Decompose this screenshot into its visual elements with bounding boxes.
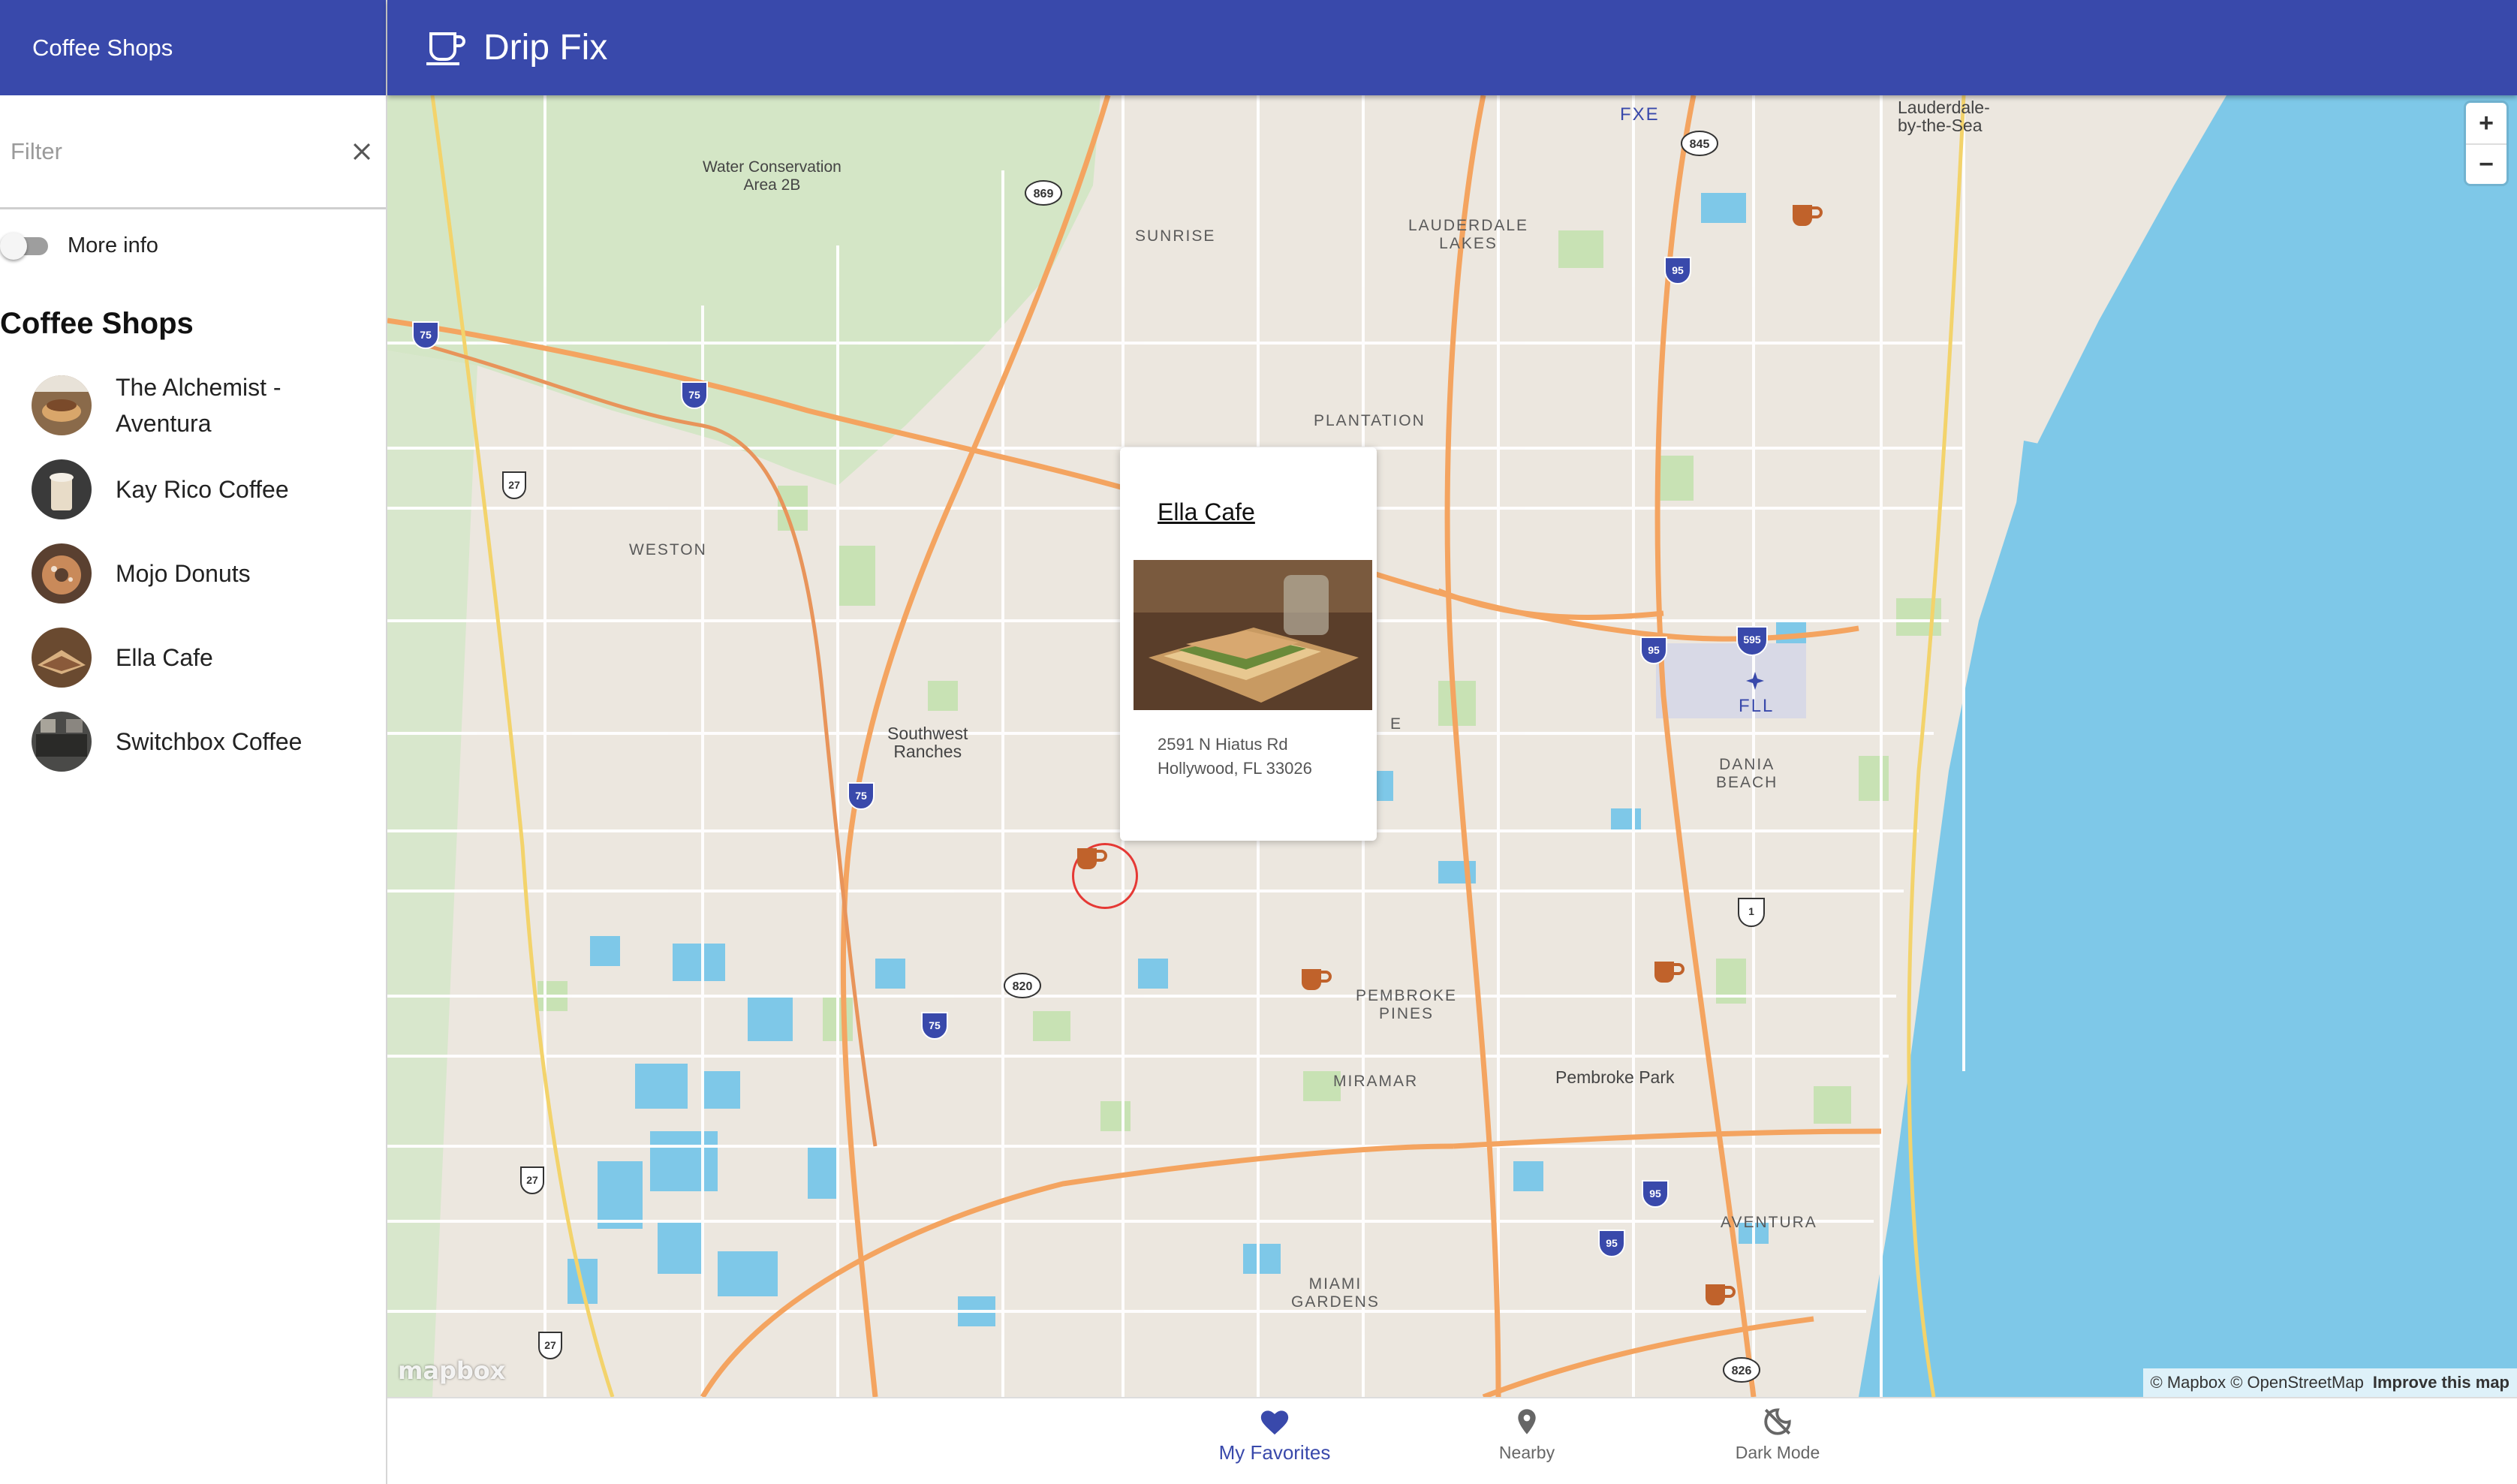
avatar bbox=[32, 712, 92, 772]
map-label: Southwest Ranches bbox=[887, 724, 968, 761]
shop-item-mojo[interactable]: Mojo Donuts bbox=[0, 531, 386, 616]
coffee-cup-icon bbox=[1793, 205, 1823, 226]
shop-item-kay-rico[interactable]: Kay Rico Coffee bbox=[0, 447, 386, 531]
map-label: Lauderdale-by-the-Sea bbox=[1898, 98, 1990, 135]
filter-input[interactable] bbox=[0, 128, 330, 174]
filter-row bbox=[0, 95, 386, 209]
attribution-text[interactable]: © Mapbox © OpenStreetMap bbox=[2151, 1373, 2364, 1392]
coffee-cup-icon bbox=[426, 32, 465, 65]
map-label: DANIA BEACH bbox=[1716, 756, 1778, 791]
list-title: Coffee Shops bbox=[0, 307, 194, 340]
avatar bbox=[32, 459, 92, 519]
popup-image bbox=[1134, 560, 1372, 710]
avatar bbox=[32, 543, 92, 604]
map-label: SUNRISE bbox=[1135, 227, 1216, 245]
shop-name: Mojo Donuts bbox=[116, 560, 251, 587]
nav-label: My Favorites bbox=[1218, 1441, 1331, 1464]
map-label: LAUDERDALE LAKES bbox=[1408, 217, 1529, 252]
zoom-control: + − bbox=[2466, 103, 2506, 184]
close-icon bbox=[353, 143, 371, 160]
nav-dark-mode[interactable]: Dark Mode bbox=[1703, 1406, 1853, 1463]
map[interactable]: Water Conservation Area 2B SUNRISE LAUDER… bbox=[387, 95, 2517, 1397]
clear-filter-button[interactable] bbox=[345, 135, 378, 168]
map-label: PEMBROKE PINES bbox=[1356, 987, 1458, 1022]
bottom-navigation: My Favorites Nearby Dark Mode bbox=[387, 1397, 2517, 1484]
coffee-cup-icon bbox=[1302, 969, 1332, 990]
coffee-cup-icon bbox=[1077, 848, 1107, 869]
avatar bbox=[32, 628, 92, 688]
map-label: MIRAMAR bbox=[1333, 1073, 1419, 1090]
shop-name: The Alchemist - Aventura bbox=[116, 374, 282, 437]
nav-my-favorites[interactable]: My Favorites bbox=[1200, 1406, 1350, 1464]
avatar bbox=[32, 375, 92, 435]
map-label: PLANTATION bbox=[1314, 412, 1426, 429]
improve-map-link[interactable]: Improve this map bbox=[2373, 1373, 2509, 1392]
nav-label: Dark Mode bbox=[1735, 1443, 1820, 1462]
zoom-out-button[interactable]: − bbox=[2466, 143, 2506, 184]
more-info-label: More info bbox=[68, 233, 158, 257]
map-attribution: © Mapbox © OpenStreetMap Improve this ma… bbox=[2142, 1368, 2517, 1397]
heart-icon bbox=[1260, 1410, 1289, 1435]
map-canvas bbox=[387, 95, 2517, 1397]
more-info-toggle[interactable] bbox=[0, 233, 50, 260]
shop-item-alchemist[interactable]: The Alchemist - Aventura bbox=[0, 363, 386, 447]
app-bar: Drip Fix bbox=[387, 0, 2517, 95]
shop-name: Ella Cafe bbox=[116, 644, 213, 671]
map-label: FXE bbox=[1620, 104, 1660, 125]
sidebar: Coffee Shops More info Coffee Shops The bbox=[0, 0, 387, 1484]
coffee-marker-selected[interactable] bbox=[1072, 843, 1138, 909]
shop-popup: Ella Cafe 2591 N Hiatus Rd Hollywood, FL… bbox=[1120, 447, 1377, 841]
map-label: MIAMI GARDENS bbox=[1291, 1275, 1380, 1311]
coffee-cup-icon bbox=[1654, 962, 1685, 983]
dark-mode-off-icon bbox=[1764, 1408, 1791, 1435]
nav-label: Nearby bbox=[1498, 1443, 1555, 1462]
mapbox-logo[interactable]: mapbox bbox=[398, 1356, 505, 1385]
zoom-in-button[interactable]: + bbox=[2466, 103, 2506, 143]
popup-title-link[interactable]: Ella Cafe bbox=[1158, 498, 1255, 526]
popup-address: 2591 N Hiatus Rd Hollywood, FL 33026 bbox=[1158, 735, 1312, 778]
nav-nearby[interactable]: Nearby bbox=[1452, 1406, 1602, 1463]
more-info-row: More info bbox=[0, 209, 386, 281]
sidebar-header: Coffee Shops bbox=[0, 0, 386, 95]
map-label: AVENTURA bbox=[1721, 1214, 1817, 1231]
sidebar-title: Coffee Shops bbox=[32, 34, 173, 61]
map-label: E bbox=[1390, 715, 1403, 733]
shop-item-ella[interactable]: Ella Cafe bbox=[0, 616, 386, 700]
app-title: Drip Fix bbox=[483, 28, 608, 68]
map-label: FLL bbox=[1739, 696, 1775, 716]
map-label: Pembroke Park bbox=[1555, 1067, 1675, 1087]
map-label: Water Conservation Area 2B bbox=[703, 158, 842, 194]
coffee-cup-icon bbox=[1706, 1284, 1736, 1305]
location-pin-icon bbox=[1518, 1409, 1536, 1434]
map-label: WESTON bbox=[629, 541, 707, 558]
shop-name: Kay Rico Coffee bbox=[116, 476, 289, 503]
shop-list: The Alchemist - Aventura Kay Rico Coffee… bbox=[0, 363, 386, 784]
shop-item-switchbox[interactable]: Switchbox Coffee bbox=[0, 700, 386, 784]
shop-name: Switchbox Coffee bbox=[116, 728, 303, 755]
